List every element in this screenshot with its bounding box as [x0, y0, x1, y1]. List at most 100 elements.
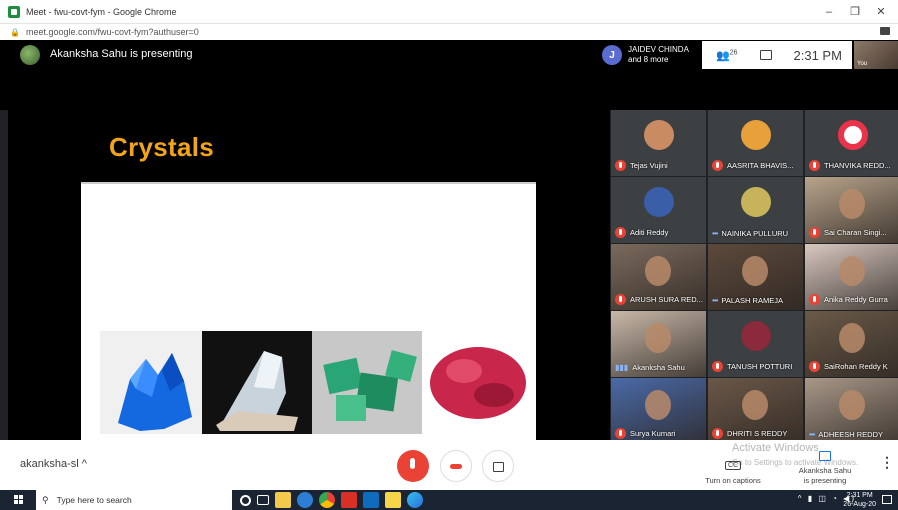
people-button[interactable]: 👥26	[716, 49, 738, 62]
participants-chip[interactable]: J JAIDEV CHINDA and 8 more	[602, 42, 702, 68]
participant-tile[interactable]: ▮▮▮ Akanksha Sahu	[611, 311, 706, 377]
muted-mic-icon	[712, 361, 723, 372]
new-edge-icon[interactable]	[407, 492, 423, 508]
chrome-title-bar: Meet - fwu-covt-fym - Google Chrome – ❐ …	[0, 0, 898, 24]
meet-area: Akanksha Sahu is presenting J JAIDEV CHI…	[0, 40, 898, 444]
participant-tile[interactable]: Anika Reddy Gurra	[805, 244, 898, 310]
audio-dots-icon: •••	[809, 430, 815, 439]
hang-up-button[interactable]	[440, 450, 472, 482]
sticky-notes-icon[interactable]	[385, 492, 401, 508]
microphone-off-button[interactable]	[397, 450, 429, 482]
participant-tile[interactable]: DHRITI S REDDY	[708, 378, 803, 444]
green-crystal-image	[312, 331, 422, 434]
camera-button[interactable]	[482, 450, 514, 482]
people-icon: 👥	[716, 49, 730, 62]
meet-favicon-icon	[8, 5, 20, 18]
muted-mic-icon	[809, 294, 820, 305]
quartz-crystal-image	[202, 331, 312, 434]
participant-tile[interactable]: Aditi Reddy	[611, 177, 706, 243]
maximize-button[interactable]: ❐	[842, 0, 868, 24]
participant-grid: Tejas Vujini AASRITA BHAVIS... THANVIKA RE…	[611, 110, 898, 444]
participant-tile[interactable]: Surya Kumari	[611, 378, 706, 444]
participant-face	[742, 256, 768, 286]
taskbar-clock[interactable]: 2:31 PM 26-Aug-20	[843, 491, 876, 509]
participant-name: NAINIKA PULLURU	[721, 229, 789, 238]
meet-controls-bar: akanksha-sl ^ Activate Windows Go to Set…	[0, 440, 898, 490]
blue-crystal-image	[100, 331, 202, 434]
participant-label: Aditi Reddy	[615, 227, 704, 238]
participant-label: Tejas Vujini	[615, 160, 704, 171]
task-view-icon[interactable]	[257, 495, 269, 505]
close-button[interactable]: ✕	[868, 0, 894, 24]
participant-tile[interactable]: ••• NAINIKA PULLURU	[708, 177, 803, 243]
minimize-button[interactable]: –	[816, 0, 842, 24]
participant-label: DHRITI S REDDY	[712, 428, 801, 439]
participant-face	[839, 323, 865, 353]
muted-mic-icon	[809, 227, 820, 238]
participant-tile[interactable]: SaiRohan Reddy K	[805, 311, 898, 377]
participant-label: SaiRohan Reddy K	[809, 361, 898, 372]
participant-name: ARUSH SURA RED...	[630, 295, 703, 304]
camera-indicator-icon[interactable]	[880, 27, 890, 35]
participant-name: Anika Reddy Gurra	[824, 295, 888, 304]
window-title: Meet - fwu-covt-fym - Google Chrome	[26, 6, 177, 17]
taskbar-search-box[interactable]: ⚲ Type here to search	[36, 490, 232, 510]
slide-title: Crystals	[109, 132, 215, 162]
participant-tile[interactable]: ••• PALASH RAMEJA	[708, 244, 803, 310]
participant-tile[interactable]: AASRITA BHAVIS...	[708, 110, 803, 176]
audio-dots-icon: •••	[712, 296, 718, 305]
muted-mic-icon	[615, 294, 626, 305]
participant-label: Sai Charan Singi...	[809, 227, 898, 238]
participant-label: ▮▮▮ Akanksha Sahu	[615, 363, 704, 372]
muted-mic-icon	[615, 428, 626, 439]
participant-avatar	[838, 120, 868, 150]
presenting-line-2: is presenting	[803, 476, 847, 485]
speaking-icon: ▮▮▮	[615, 363, 629, 372]
participant-face	[645, 390, 671, 420]
participant-face	[839, 189, 865, 219]
participant-tile[interactable]: Sai Charan Singi...	[805, 177, 898, 243]
cortana-icon[interactable]	[240, 495, 251, 506]
participant-face	[839, 256, 865, 286]
file-explorer-icon[interactable]	[275, 492, 291, 508]
windows-start-icon[interactable]	[14, 495, 24, 505]
muted-mic-icon	[712, 160, 723, 171]
participant-avatar	[741, 321, 771, 351]
participant-face	[645, 256, 671, 286]
chat-icon[interactable]	[759, 50, 772, 60]
more-options-icon[interactable]: ⋮	[880, 454, 894, 471]
muted-mic-icon	[809, 160, 820, 171]
outlook-icon[interactable]	[363, 492, 379, 508]
participant-tile[interactable]: TANUSH POTTURI	[708, 311, 803, 377]
recorder-icon[interactable]	[341, 492, 357, 508]
people-count: 26	[729, 48, 738, 56]
self-view-thumbnail[interactable]: You	[854, 41, 898, 69]
captions-button[interactable]: CC Turn on captions	[700, 454, 766, 485]
participant-avatar	[644, 187, 674, 217]
address-bar[interactable]: 🔒 meet.google.com/fwu-covt-fym?authuser=…	[0, 24, 898, 40]
meeting-info-panel: 👥26 2:31 PM	[702, 41, 852, 69]
chrome-icon[interactable]	[319, 492, 335, 508]
red-crystal-image	[422, 331, 534, 434]
participant-tile[interactable]: Tejas Vujini	[611, 110, 706, 176]
participant-tile[interactable]: THANVIKA REDD...	[805, 110, 898, 176]
participant-name: TANUSH POTTURI	[727, 362, 793, 371]
participant-initial-badge: J	[602, 45, 622, 65]
participant-tile[interactable]: ••• ADHEESH REDDY	[805, 378, 898, 444]
participant-label: Anika Reddy Gurra	[809, 294, 898, 305]
muted-mic-icon	[615, 160, 626, 171]
meeting-user-name[interactable]: akanksha-sl ^	[20, 458, 87, 470]
captions-label: Turn on captions	[705, 476, 761, 485]
participant-tile[interactable]: ARUSH SURA RED...	[611, 244, 706, 310]
participant-name: PALASH RAMEJA	[721, 296, 783, 305]
participant-name: THANVIKA REDD...	[824, 161, 891, 170]
edge-icon[interactable]	[297, 492, 313, 508]
participant-label: THANVIKA REDD...	[809, 160, 898, 171]
presenting-button[interactable]: Akanksha Sahu is presenting	[790, 448, 860, 486]
notifications-icon[interactable]	[882, 495, 892, 504]
participant-name: SaiRohan Reddy K	[824, 362, 888, 371]
participant-label: AASRITA BHAVIS...	[712, 160, 801, 171]
url-text[interactable]: meet.google.com/fwu-covt-fym?authuser=0	[26, 27, 199, 37]
slide-content	[81, 182, 536, 440]
participant-label: Surya Kumari	[615, 428, 704, 439]
